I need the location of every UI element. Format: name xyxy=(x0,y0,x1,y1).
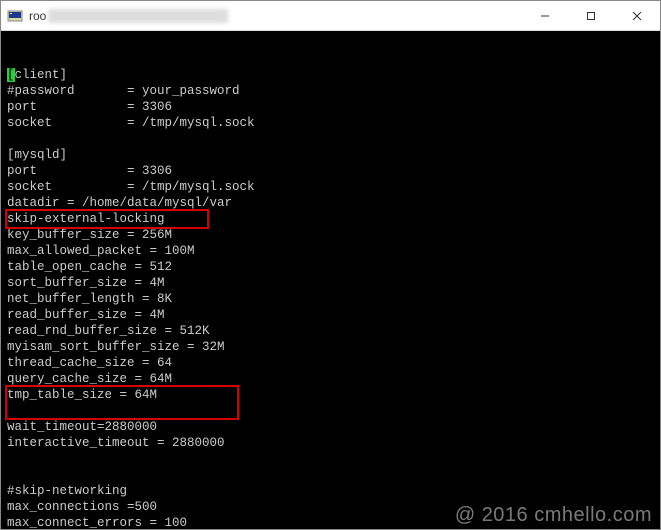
terminal-line: thread_cache_size = 64 xyxy=(7,355,654,371)
terminal-line: key_buffer_size = 256M xyxy=(7,227,654,243)
terminal-line: [mysqld] xyxy=(7,147,654,163)
terminal-line: port = 3306 xyxy=(7,99,654,115)
minimize-button[interactable] xyxy=(522,1,568,31)
terminal-line xyxy=(7,451,654,467)
terminal-line: myisam_sort_buffer_size = 32M xyxy=(7,339,654,355)
terminal-line: read_buffer_size = 4M xyxy=(7,307,654,323)
terminal-line: tmp_table_size = 64M xyxy=(7,387,654,403)
terminal-viewport[interactable]: [client]#password = your_passwordport = … xyxy=(1,31,660,529)
terminal-content: [client]#password = your_passwordport = … xyxy=(7,67,654,529)
terminal-line: interactive_timeout = 2880000 xyxy=(7,435,654,451)
terminal-line: max_allowed_packet = 100M xyxy=(7,243,654,259)
terminal-char: [ xyxy=(7,68,15,82)
window-title-blurred xyxy=(48,9,228,23)
terminal-line xyxy=(7,403,654,419)
terminal-window: roo [client]#password = your_passwordpor… xyxy=(0,0,661,530)
terminal-line: max_connections =500 xyxy=(7,499,654,515)
terminal-line: socket = /tmp/mysql.sock xyxy=(7,115,654,131)
putty-icon xyxy=(7,8,23,24)
terminal-line: port = 3306 xyxy=(7,163,654,179)
close-button[interactable] xyxy=(614,1,660,31)
terminal-line: skip-external-locking xyxy=(7,211,654,227)
terminal-line: wait_timeout=2880000 xyxy=(7,419,654,435)
terminal-line: net_buffer_length = 8K xyxy=(7,291,654,307)
terminal-line: sort_buffer_size = 4M xyxy=(7,275,654,291)
window-title: roo xyxy=(29,9,46,23)
terminal-line: #password = your_password xyxy=(7,83,654,99)
terminal-line: #skip-networking xyxy=(7,483,654,499)
terminal-line: socket = /tmp/mysql.sock xyxy=(7,179,654,195)
terminal-line: max_connect_errors = 100 xyxy=(7,515,654,529)
terminal-line: table_open_cache = 512 xyxy=(7,259,654,275)
terminal-line: read_rnd_buffer_size = 512K xyxy=(7,323,654,339)
terminal-line: datadir = /home/data/mysql/var xyxy=(7,195,654,211)
terminal-line: [client] xyxy=(7,67,654,83)
terminal-line xyxy=(7,467,654,483)
terminal-line: query_cache_size = 64M xyxy=(7,371,654,387)
terminal-line xyxy=(7,131,654,147)
maximize-button[interactable] xyxy=(568,1,614,31)
window-titlebar: roo xyxy=(1,1,660,31)
